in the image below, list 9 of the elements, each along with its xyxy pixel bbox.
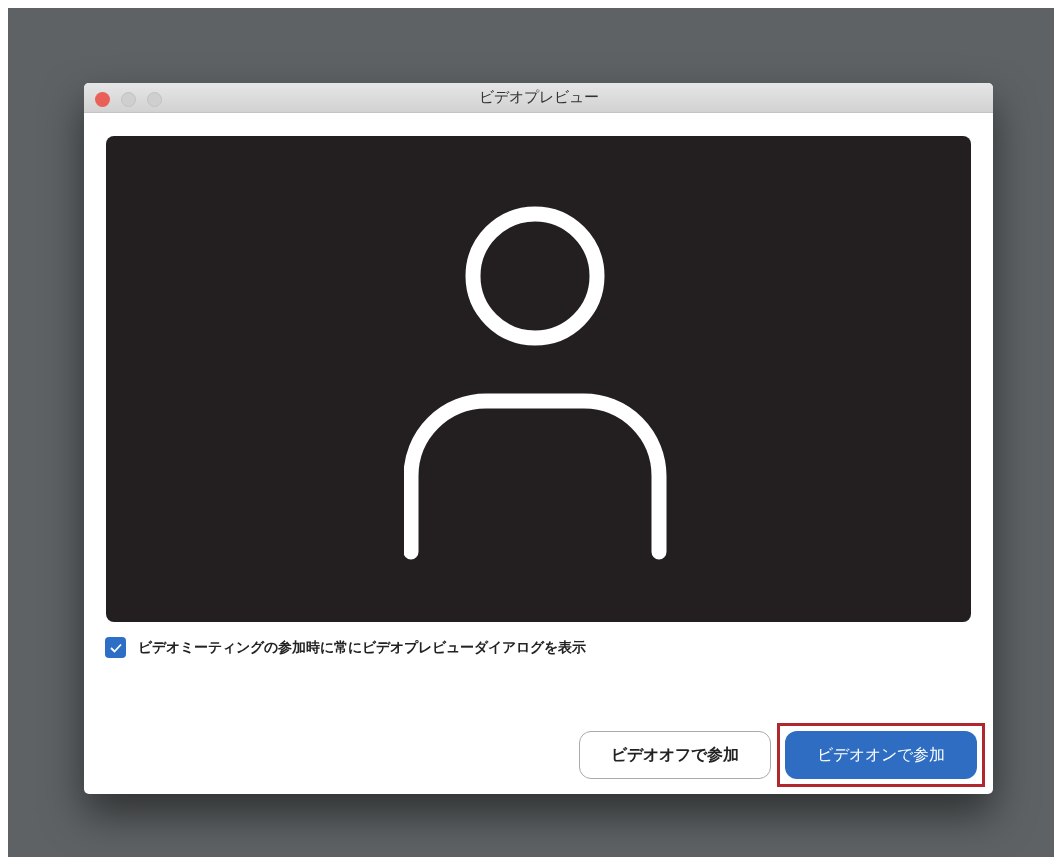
close-button[interactable]	[95, 92, 110, 107]
checkmark-icon	[109, 642, 122, 653]
zoom-button[interactable]	[147, 92, 162, 107]
checkbox-label: ビデオミーティングの参加時に常にビデオプレビューダイアログを表示	[138, 638, 586, 657]
window-title: ビデオプレビュー	[478, 87, 599, 109]
join-with-video-button[interactable]: ビデオオンで参加	[785, 731, 977, 779]
join-without-video-button[interactable]: ビデオオフで参加	[579, 731, 771, 779]
minimize-button[interactable]	[121, 92, 136, 107]
checkbox[interactable]	[105, 637, 126, 658]
